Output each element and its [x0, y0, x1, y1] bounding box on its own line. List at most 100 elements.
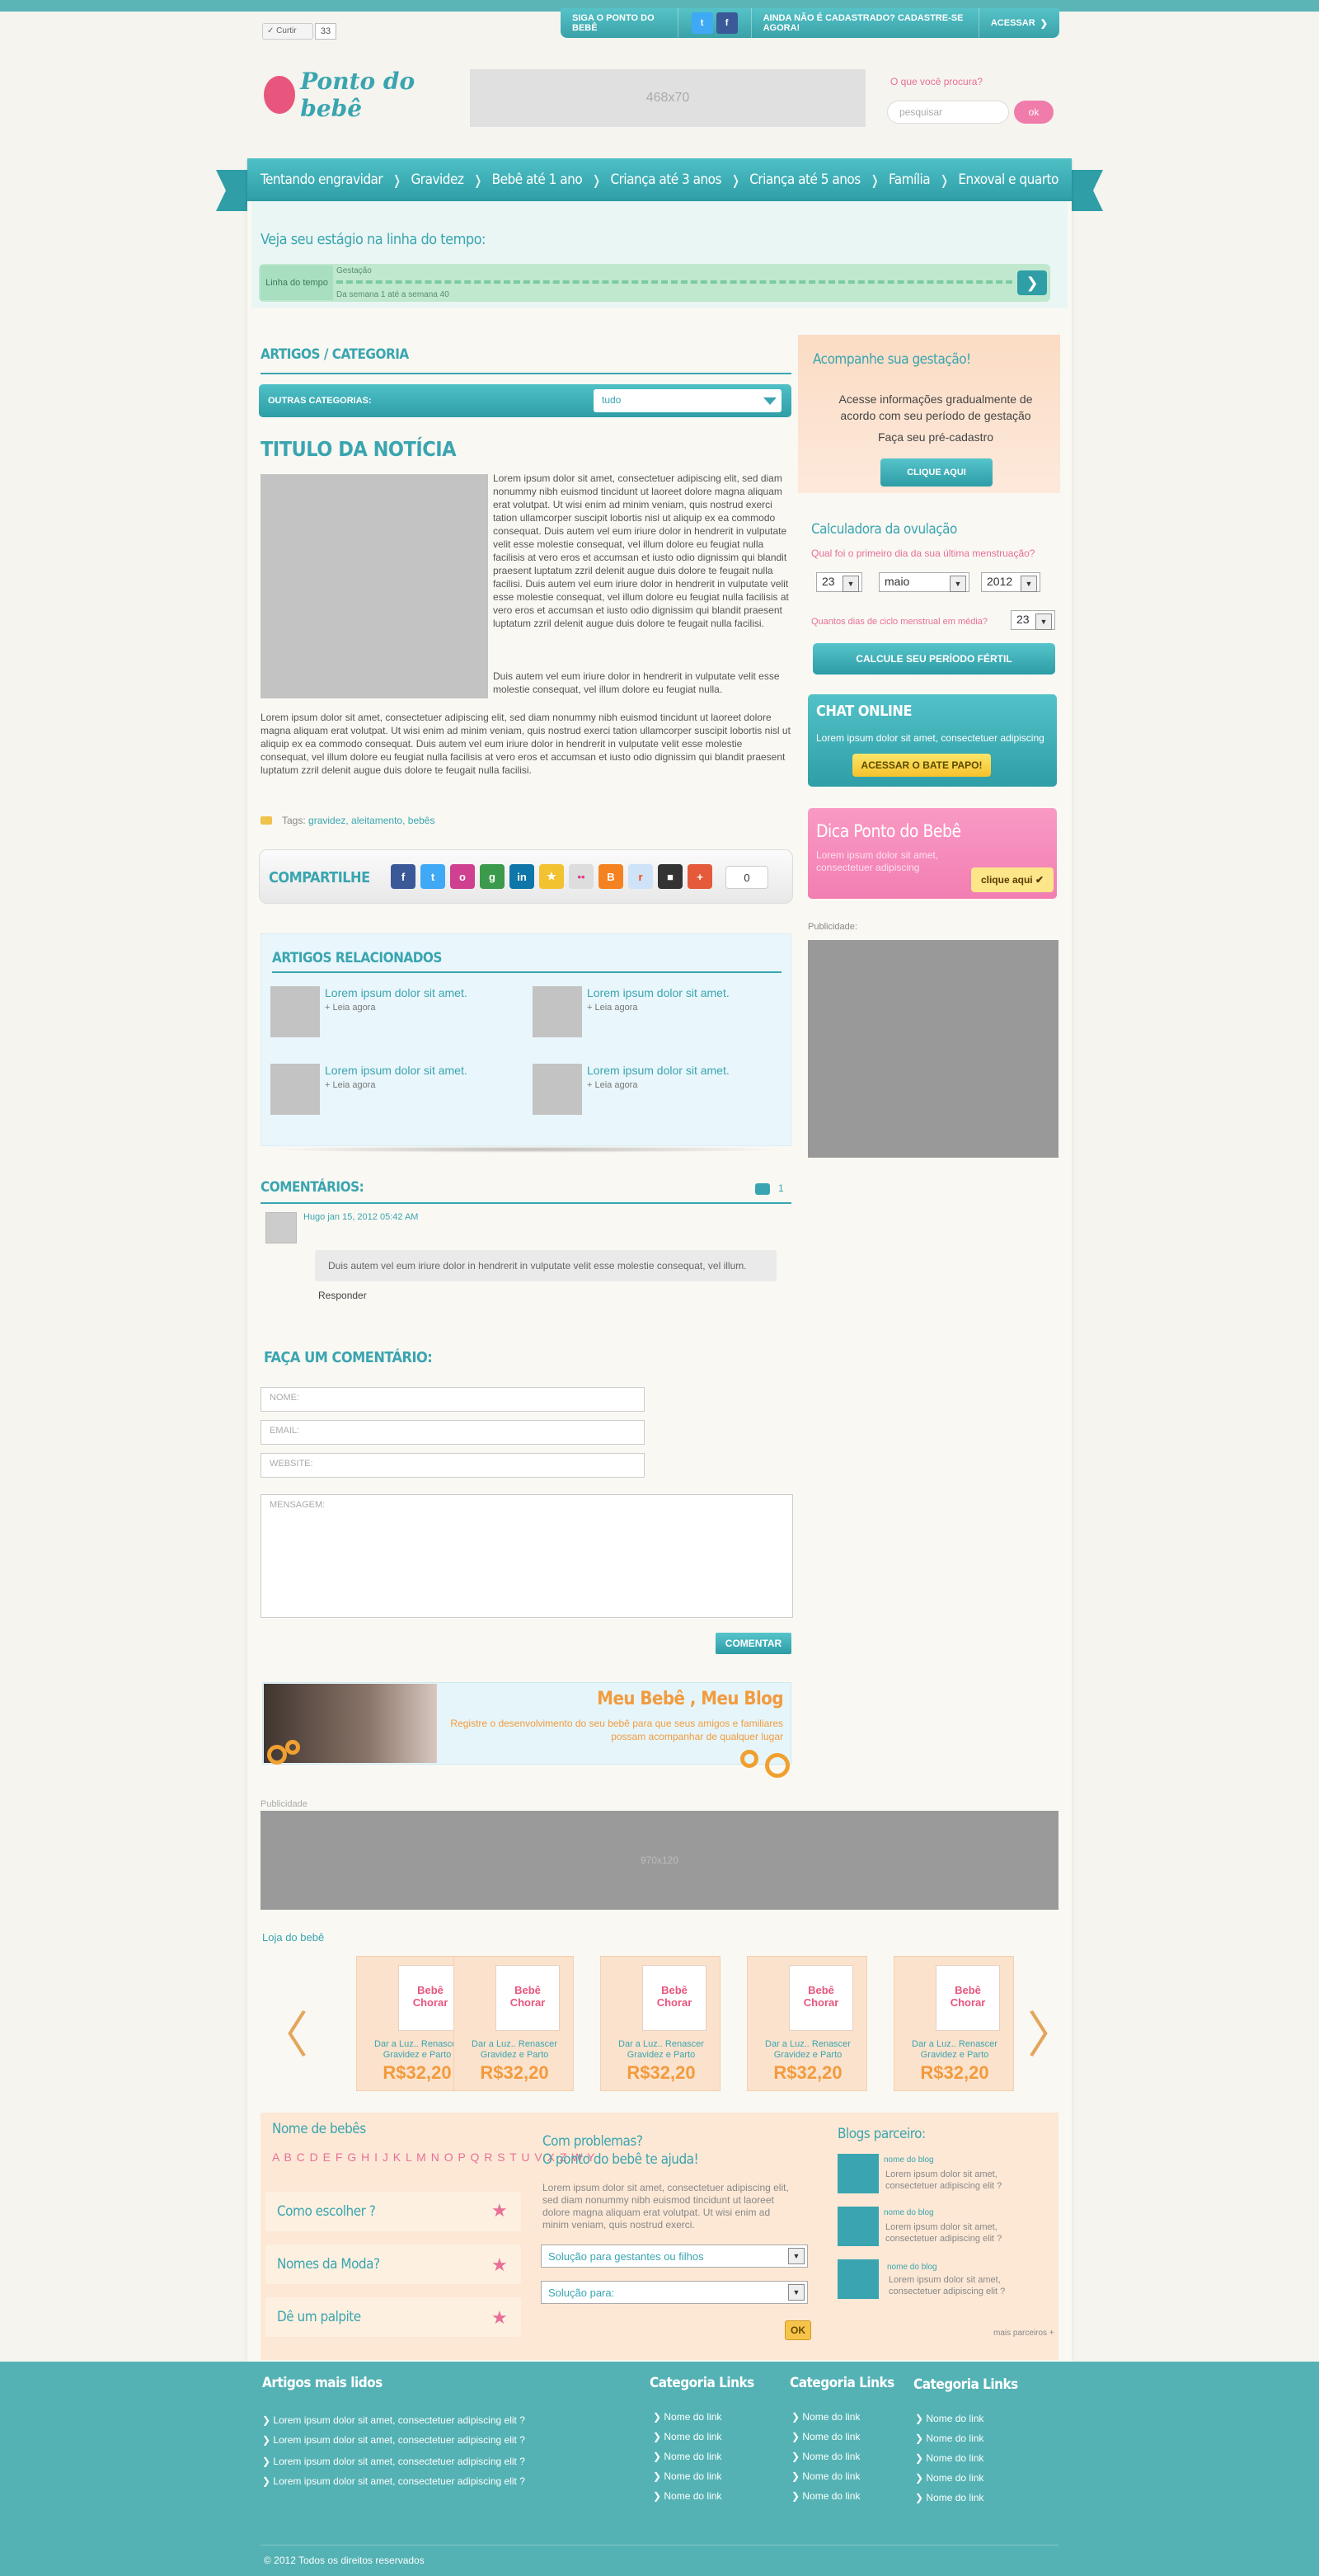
more-partners-link[interactable]: mais parceiros +	[993, 2329, 1054, 2338]
footer-link[interactable]: ❯ Nome do link	[915, 2492, 983, 2503]
name-field[interactable]: NOME:	[261, 1387, 645, 1412]
footer-article-link[interactable]: ❯ Lorem ipsum dolor sit amet, consectetu…	[262, 2475, 525, 2487]
add-share-icon[interactable]: +	[688, 864, 712, 889]
related-thumb[interactable]	[270, 1064, 320, 1115]
read-more-link[interactable]: + Leia agora	[587, 1080, 637, 1090]
related-link[interactable]: Lorem ipsum dolor sit amet.	[325, 986, 467, 999]
footer-link[interactable]: ❯ Nome do link	[915, 2452, 983, 2464]
related-thumb[interactable]	[533, 1064, 582, 1115]
solution-for-select[interactable]: Solução para: ▼	[541, 2281, 808, 2304]
carousel-prev-icon[interactable]: 〈	[259, 1995, 308, 2067]
nav-item-baby-1y[interactable]: Bebê até 1 ano	[492, 172, 583, 188]
sidebar-ad[interactable]	[808, 940, 1058, 1158]
cycle-select[interactable]: 23 ▼	[1011, 610, 1055, 630]
month-select[interactable]: maio ▼	[879, 572, 969, 592]
nav-item-layette[interactable]: Enxoval e quarto	[958, 172, 1058, 188]
related-thumb[interactable]	[533, 986, 582, 1037]
nav-item-trying[interactable]: Tentando engravidar	[261, 172, 383, 188]
message-field[interactable]: MENSAGEM:	[261, 1494, 793, 1618]
chat-access-button[interactable]: ACESSAR O BATE PAPO!	[852, 754, 991, 777]
nav-item-family[interactable]: Família	[889, 172, 931, 188]
blogger-share-icon[interactable]: B	[598, 864, 623, 889]
read-more-link[interactable]: + Leia agora	[587, 1003, 637, 1013]
facebook-icon[interactable]: f	[716, 12, 738, 34]
linkedin-share-icon[interactable]: in	[509, 864, 534, 889]
footer-link[interactable]: ❯ Nome do link	[915, 2472, 983, 2484]
chevron-down-icon[interactable]	[763, 397, 777, 405]
timeline-track[interactable]	[336, 280, 1012, 284]
product-card[interactable]: Bebê Chorar Dar a Luz.. Renascer Gravide…	[453, 1956, 574, 2091]
site-logo[interactable]: Ponto do bebê	[264, 68, 453, 122]
footer-link[interactable]: ❯ Nome do link	[791, 2490, 860, 2502]
website-field[interactable]: WEBSITE:	[261, 1453, 645, 1478]
problems-ok-button[interactable]: OK	[785, 2320, 811, 2340]
footer-link[interactable]: ❯ Nome do link	[915, 2433, 983, 2444]
search-button[interactable]: ok	[1014, 101, 1054, 124]
footer-link[interactable]: ❯ Nome do link	[653, 2470, 721, 2482]
submit-comment-button[interactable]: COMENTAR	[716, 1633, 791, 1654]
header-ad-banner[interactable]: 468x70	[470, 69, 866, 127]
blog-name[interactable]: nome do blog	[884, 2208, 934, 2217]
names-item-guess[interactable]: Dê um palpite	[265, 2297, 521, 2337]
product-card[interactable]: Bebê Chorar Dar a Luz.. Renascer Gravide…	[894, 1956, 1014, 2091]
blog-name[interactable]: nome do blog	[887, 2263, 937, 2272]
reply-link[interactable]: Responder	[318, 1290, 367, 1301]
footer-link[interactable]: ❯ Nome do link	[791, 2411, 860, 2423]
blog-thumb[interactable]	[838, 2154, 879, 2193]
blog-thumb[interactable]	[838, 2207, 879, 2246]
nav-item-child-5y[interactable]: Criança até 5 anos	[749, 172, 861, 188]
baby-blog-text: Registre o desenvolvimento do seu bebê p…	[450, 1718, 783, 1742]
footer-link[interactable]: ❯ Nome do link	[791, 2470, 860, 2482]
facebook-share-icon[interactable]: f	[391, 864, 415, 889]
delicious-share-icon[interactable]: ■	[658, 864, 683, 889]
twitter-icon[interactable]: t	[691, 12, 713, 34]
footer-link[interactable]: ❯ Nome do link	[653, 2431, 721, 2442]
product-card[interactable]: Bebê Chorar Dar a Luz.. Renascer Gravide…	[747, 1956, 867, 2091]
blog-name[interactable]: nome do blog	[884, 2155, 934, 2165]
footer-article-link[interactable]: ❯ Lorem ipsum dolor sit amet, consectetu…	[262, 2456, 525, 2467]
blog-thumb[interactable]	[838, 2259, 879, 2299]
footer-link[interactable]: ❯ Nome do link	[791, 2431, 860, 2442]
names-item-choose[interactable]: Como escolher ?	[265, 2192, 521, 2231]
carousel-next-icon[interactable]: 〉	[1027, 1995, 1077, 2067]
solution-select[interactable]: Solução para gestantes ou filhos ▼	[541, 2245, 808, 2268]
footer-article-link[interactable]: ❯ Lorem ipsum dolor sit amet, consectetu…	[262, 2414, 525, 2426]
related-link[interactable]: Lorem ipsum dolor sit amet.	[325, 1064, 467, 1077]
reddit-share-icon[interactable]: r	[628, 864, 653, 889]
register-link[interactable]: AINDA NÃO É CADASTRADO? CADASTRE-SE AGOR…	[752, 8, 979, 38]
twitter-share-icon[interactable]: t	[420, 864, 445, 889]
footer-link[interactable]: ❯ Nome do link	[653, 2411, 721, 2423]
google-share-icon[interactable]: g	[480, 864, 505, 889]
read-more-link[interactable]: + Leia agora	[325, 1080, 375, 1090]
facebook-like-button[interactable]: ✓ Curtir	[262, 23, 313, 40]
footer-link[interactable]: ❯ Nome do link	[653, 2451, 721, 2462]
tip-click-button[interactable]: clique aqui ✔	[971, 867, 1054, 892]
year-select[interactable]: 2012 ▼	[981, 572, 1040, 592]
nav-item-child-3y[interactable]: Criança até 3 anos	[610, 172, 721, 188]
related-link[interactable]: Lorem ipsum dolor sit amet.	[587, 1064, 730, 1077]
footer-article-link[interactable]: ❯ Lorem ipsum dolor sit amet, consectetu…	[262, 2434, 525, 2446]
day-select[interactable]: 23 ▼	[816, 572, 862, 592]
footer-link[interactable]: ❯ Nome do link	[791, 2451, 860, 2462]
login-link[interactable]: ACESSAR ❯	[979, 8, 1059, 38]
search-input[interactable]: pesquisar	[887, 101, 1009, 124]
calculate-fertile-button[interactable]: CALCULE SEU PERÍODO FÉRTIL	[813, 643, 1055, 675]
nav-item-pregnancy[interactable]: Gravidez	[411, 172, 463, 188]
product-card[interactable]: Bebê Chorar Dar a Luz.. Renascer Gravide…	[600, 1956, 721, 2091]
ad-banner-970[interactable]: 970x120	[261, 1811, 1058, 1910]
footer-link[interactable]: ❯ Nome do link	[653, 2490, 721, 2502]
category-select[interactable]: tudo	[594, 389, 782, 412]
email-field[interactable]: EMAIL:	[261, 1420, 645, 1445]
tags-value[interactable]: gravidez, aleitamento, bebês	[308, 815, 434, 826]
related-thumb[interactable]	[270, 986, 320, 1037]
pregnancy-signup-button[interactable]: CLIQUE AQUI	[880, 458, 993, 487]
top-bar: SIGA O PONTO DO BEBÊ t f AINDA NÃO É CAD…	[561, 8, 1059, 38]
favorite-share-icon[interactable]: ★	[539, 864, 564, 889]
read-more-link[interactable]: + Leia agora	[325, 1003, 375, 1013]
flickr-share-icon[interactable]: ••	[569, 864, 594, 889]
orkut-share-icon[interactable]: o	[450, 864, 475, 889]
names-item-trending[interactable]: Nomes da Moda?	[265, 2245, 521, 2284]
footer-link[interactable]: ❯ Nome do link	[915, 2413, 983, 2424]
related-link[interactable]: Lorem ipsum dolor sit amet.	[587, 986, 730, 999]
timeline-next-button[interactable]: ❯	[1017, 270, 1047, 295]
